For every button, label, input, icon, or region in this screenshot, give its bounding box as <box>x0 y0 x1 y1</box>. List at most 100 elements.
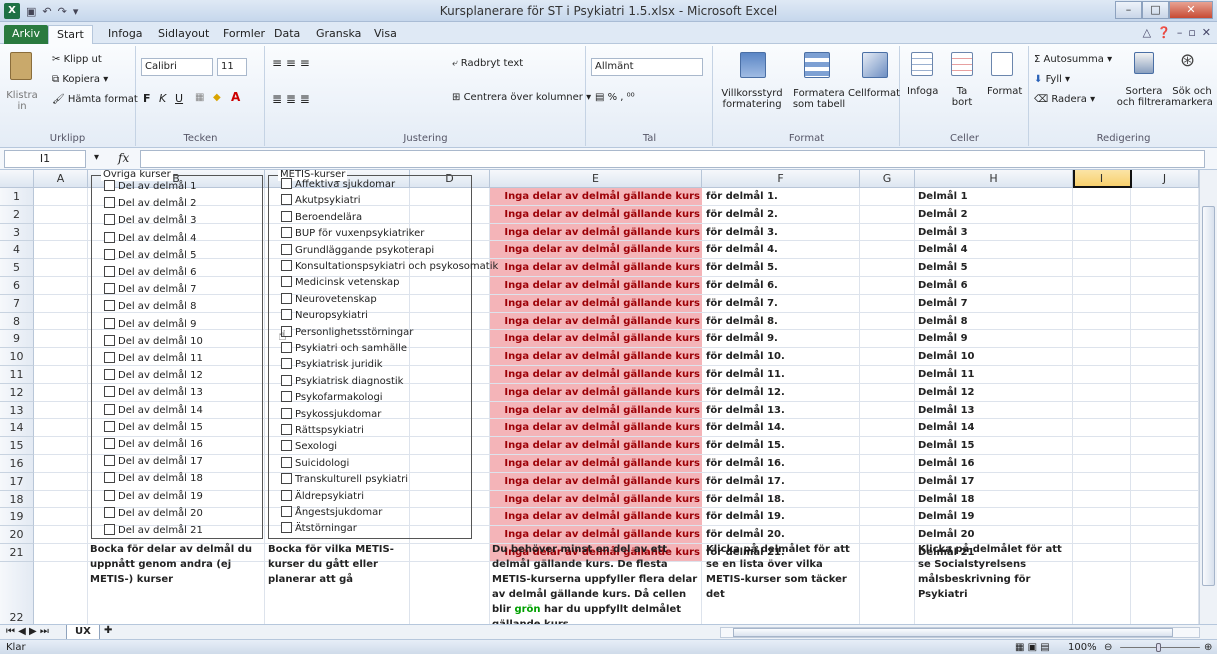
borders-icon[interactable]: ▦ <box>195 92 204 103</box>
ovriga-checkbox-12[interactable]: Del av delmål 12 <box>104 369 203 382</box>
metis-checkbox-21[interactable]: Ångestsjukdomar <box>281 506 382 519</box>
merge-center-button[interactable]: ⊞ Centrera över kolumner ▾ <box>452 92 591 103</box>
column-header-h[interactable]: H <box>915 170 1073 188</box>
checkbox-box-icon[interactable] <box>281 358 292 370</box>
metis-checkbox-3[interactable]: Beroendelära <box>281 210 362 224</box>
colF-cell-2[interactable]: för delmål 2. <box>706 206 778 223</box>
bold-button[interactable]: F <box>143 92 151 105</box>
ovriga-checkbox-7[interactable]: Del av delmål 7 <box>104 283 197 296</box>
row-header-15[interactable]: 15 <box>0 437 34 455</box>
checkbox-box-icon[interactable] <box>104 197 115 209</box>
metis-checkbox-14[interactable]: Psykofarmakologi <box>281 391 383 404</box>
font-color-icon[interactable]: A <box>231 90 240 104</box>
ovriga-checkbox-6[interactable]: Del av delmål 6 <box>104 266 197 279</box>
sheet-tab-ux[interactable]: UX <box>66 625 100 640</box>
copy-button[interactable]: ⧉ Kopiera ▾ <box>52 74 108 85</box>
excel-logo-icon[interactable]: X <box>4 3 20 19</box>
colF-cell-7[interactable]: för delmål 7. <box>706 295 778 312</box>
percent-icon[interactable]: ▤ % , ⁰⁰ <box>595 92 635 103</box>
insert-button[interactable]: Infoga <box>907 86 938 97</box>
ovriga-checkbox-5[interactable]: Del av delmål 5 <box>104 248 197 262</box>
row-header-3[interactable]: 3 <box>0 223 34 242</box>
delete-cells-icon[interactable] <box>951 52 973 76</box>
colH-cell-8[interactable]: Delmål 8 <box>918 313 968 330</box>
delete-button[interactable]: Ta bort <box>947 86 977 108</box>
metis-checkbox-6[interactable]: Konsultationspsykiatri och psykosomatik <box>281 260 498 273</box>
paste-button[interactable]: Klistra in <box>4 90 40 112</box>
checkbox-box-icon[interactable] <box>281 260 292 271</box>
colF-cell-8[interactable]: för delmål 8. <box>706 313 778 330</box>
row-header-16[interactable]: 16 <box>0 455 34 473</box>
checkbox-box-icon[interactable] <box>281 440 292 452</box>
row-header-17[interactable]: 17 <box>0 472 34 491</box>
checkbox-box-icon[interactable] <box>104 386 115 398</box>
sort-filter-button[interactable]: Sortera och filtrera <box>1116 86 1172 108</box>
zoom-level[interactable]: 100% <box>1068 641 1097 654</box>
checkbox-box-icon[interactable] <box>104 352 115 363</box>
colF-cell-11[interactable]: för delmål 11. <box>706 366 785 383</box>
colF-cell-16[interactable]: för delmål 16. <box>706 455 785 472</box>
row-header-14[interactable]: 14 <box>0 419 34 438</box>
tab-sidlayout[interactable]: Sidlayout <box>150 25 217 44</box>
close-button[interactable]: ✕ <box>1169 1 1213 19</box>
colH-cell-11[interactable]: Delmål 11 <box>918 366 975 383</box>
minimize-ribbon-icon[interactable]: △ <box>1143 26 1151 39</box>
wrap-text-button[interactable]: ⤶ Radbryt text <box>452 58 523 69</box>
autosum-button[interactable]: Σ Autosumma ▾ <box>1034 54 1112 65</box>
metis-checkbox-20[interactable]: Äldrepsykiatri <box>281 489 364 503</box>
ovriga-checkbox-8[interactable]: Del av delmål 8 <box>104 300 197 313</box>
checkbox-box-icon[interactable] <box>281 391 292 403</box>
undo-icon[interactable]: ↶ <box>42 5 51 18</box>
checkbox-box-icon[interactable] <box>281 243 292 255</box>
row-header-12[interactable]: 12 <box>0 383 34 402</box>
conditional-format-button[interactable]: Villkorsstyrd formatering <box>716 88 788 110</box>
format-table-icon[interactable] <box>804 52 830 78</box>
ovriga-checkbox-18[interactable]: Del av delmål 18 <box>104 472 203 485</box>
paste-icon[interactable] <box>10 52 32 80</box>
checkbox-box-icon[interactable] <box>104 438 115 449</box>
selected-cell-i1[interactable] <box>1073 170 1132 188</box>
ovriga-checkbox-9[interactable]: Del av delmål 9 <box>104 317 197 331</box>
colF-cell-6[interactable]: för delmål 6. <box>706 277 778 294</box>
align-left-icon[interactable]: ≣ ≣ ≣ <box>272 92 310 106</box>
colH-cell-1[interactable]: Delmål 1 <box>918 188 968 205</box>
find-select-button[interactable]: Sök och markera <box>1170 86 1214 108</box>
colH-cell-16[interactable]: Delmål 16 <box>918 455 975 472</box>
colF-cell-17[interactable]: för delmål 17. <box>706 473 785 490</box>
formula-input[interactable] <box>140 150 1205 168</box>
save-icon[interactable]: ▣ <box>26 5 36 18</box>
colH-cell-9[interactable]: Delmål 9 <box>918 330 968 347</box>
select-all-corner[interactable] <box>0 170 34 188</box>
checkbox-box-icon[interactable] <box>281 407 292 419</box>
colF-cell-3[interactable]: för delmål 3. <box>706 224 778 241</box>
zoom-slider-thumb[interactable] <box>1156 643 1161 652</box>
colH-cell-18[interactable]: Delmål 18 <box>918 491 975 508</box>
checkbox-box-icon[interactable] <box>104 283 115 295</box>
horizontal-scroll-thumb[interactable] <box>733 628 1173 637</box>
ovriga-checkbox-10[interactable]: Del av delmål 10 <box>104 334 203 348</box>
help-icon[interactable]: ❓ <box>1157 26 1171 39</box>
colF-cell-12[interactable]: för delmål 12. <box>706 384 785 401</box>
metis-checkbox-11[interactable]: Psykiatri och samhälle <box>281 342 407 355</box>
colH-cell-6[interactable]: Delmål 6 <box>918 277 968 294</box>
checkbox-box-icon[interactable] <box>281 292 292 304</box>
column-header-g[interactable]: G <box>860 170 915 188</box>
tab-data[interactable]: Data <box>266 25 308 44</box>
colH-cell-12[interactable]: Delmål 12 <box>918 384 975 401</box>
sheet-nav-icon[interactable]: ⏮ ◀ ▶ ⏭ <box>6 626 49 637</box>
checkbox-box-icon[interactable] <box>104 524 115 535</box>
checkbox-box-icon[interactable] <box>281 309 292 321</box>
colF-cell-9[interactable]: för delmål 9. <box>706 330 778 347</box>
checkbox-box-icon[interactable] <box>281 489 292 501</box>
colH-cell-13[interactable]: Delmål 13 <box>918 402 975 419</box>
column-header-j[interactable]: J <box>1131 170 1199 188</box>
checkbox-box-icon[interactable] <box>104 369 115 381</box>
checkbox-box-icon[interactable] <box>281 522 292 534</box>
checkbox-box-icon[interactable] <box>104 266 115 277</box>
tab-formler[interactable]: Formler <box>215 25 273 44</box>
row-header-1[interactable]: 1 <box>0 188 34 206</box>
customize-qat-icon[interactable]: ▾ <box>73 5 79 18</box>
checkbox-box-icon[interactable] <box>281 210 292 222</box>
format-painter-button[interactable]: 🖌 Hämta format <box>52 94 138 105</box>
row-header-9[interactable]: 9 <box>0 330 34 349</box>
